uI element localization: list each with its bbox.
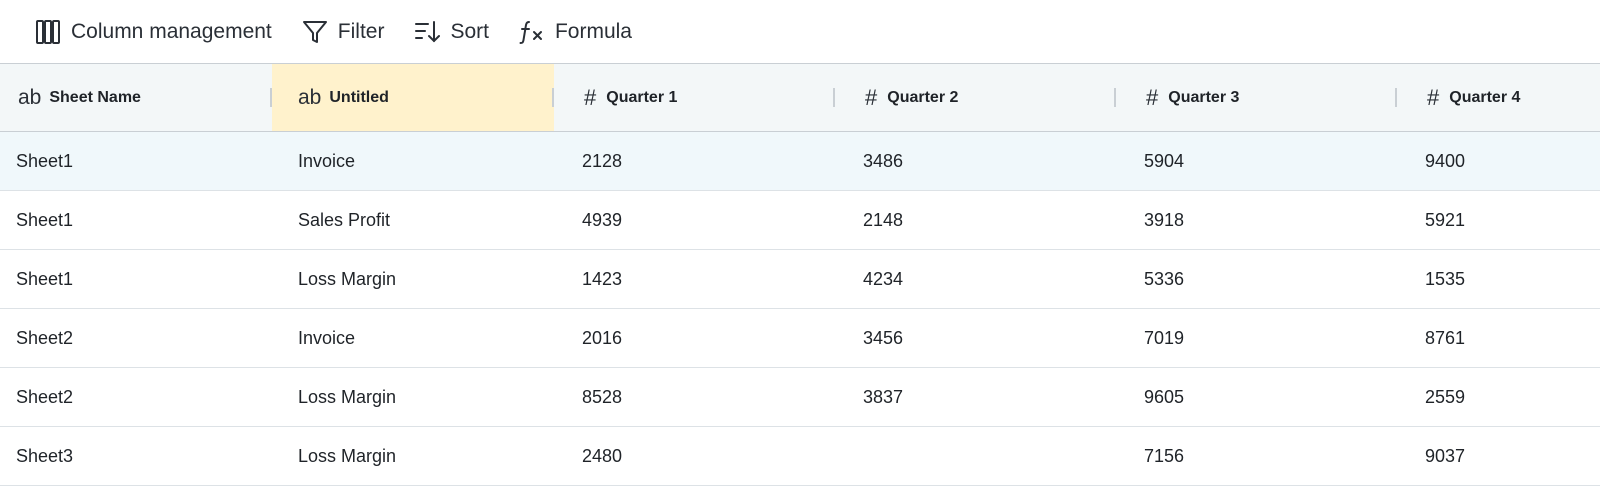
cell-quarter-2[interactable]: 3486 — [835, 132, 1116, 191]
column-header-quarter-4[interactable]: # Quarter 4 — [1397, 64, 1600, 132]
column-management-button[interactable]: Column management — [35, 19, 272, 45]
cell-quarter-1[interactable]: 4939 — [554, 191, 835, 250]
text-type-icon: ab — [18, 86, 42, 109]
cell-quarter-2[interactable]: 3456 — [835, 309, 1116, 368]
cell-sheet-name[interactable]: Sheet3 — [0, 427, 272, 486]
column-header-label: Quarter 1 — [606, 88, 678, 106]
cell-quarter-3[interactable]: 7019 — [1116, 309, 1397, 368]
formula-label: Formula — [554, 19, 632, 43]
column-header-untitled[interactable]: ab Untitled — [272, 64, 554, 132]
cell-quarter-4[interactable]: 5921 — [1397, 191, 1600, 250]
cell-sheet-name[interactable]: Sheet1 — [0, 132, 272, 191]
cell-untitled[interactable]: Loss Margin — [272, 250, 554, 309]
column-header-quarter-3[interactable]: # Quarter 3 — [1116, 64, 1397, 132]
cell-quarter-3[interactable]: 7156 — [1116, 427, 1397, 486]
table-row[interactable]: Sheet2 Invoice 2016 3456 7019 8761 — [0, 309, 1600, 368]
column-header-quarter-2[interactable]: # Quarter 2 — [835, 64, 1116, 132]
cell-sheet-name[interactable]: Sheet1 — [0, 191, 272, 250]
sort-label: Sort — [450, 19, 489, 43]
table-row[interactable]: Sheet3 Loss Margin 2480 7156 9037 — [0, 427, 1600, 486]
cell-untitled[interactable]: Invoice — [272, 132, 554, 191]
sort-icon — [414, 19, 441, 45]
cell-quarter-4[interactable]: 2559 — [1397, 368, 1600, 427]
text-type-icon: ab — [298, 86, 322, 109]
column-header-label: Quarter 2 — [887, 88, 959, 106]
cell-quarter-3[interactable]: 5904 — [1116, 132, 1397, 191]
cell-sheet-name[interactable]: Sheet2 — [0, 309, 272, 368]
column-header-quarter-1[interactable]: # Quarter 1 — [554, 64, 835, 132]
cell-quarter-2[interactable]: 2148 — [835, 191, 1116, 250]
cell-quarter-1[interactable]: 2128 — [554, 132, 835, 191]
data-table: ab Sheet Name ab Untitled # Quarter 1 # … — [0, 64, 1600, 486]
cell-quarter-1[interactable]: 1423 — [554, 250, 835, 309]
cell-quarter-1[interactable]: 2016 — [554, 309, 835, 368]
cell-quarter-4[interactable]: 9037 — [1397, 427, 1600, 486]
cell-quarter-4[interactable]: 1535 — [1397, 250, 1600, 309]
filter-button[interactable]: Filter — [302, 19, 385, 45]
column-header-label: Sheet Name — [49, 88, 141, 106]
number-type-icon: # — [1427, 84, 1440, 110]
cell-untitled[interactable]: Invoice — [272, 309, 554, 368]
cell-untitled[interactable]: Loss Margin — [272, 368, 554, 427]
cell-quarter-2[interactable] — [835, 427, 1116, 486]
cell-quarter-2[interactable]: 3837 — [835, 368, 1116, 427]
column-header-label: Untitled — [329, 88, 389, 106]
cell-quarter-3[interactable]: 9605 — [1116, 368, 1397, 427]
cell-quarter-4[interactable]: 9400 — [1397, 132, 1600, 191]
cell-quarter-1[interactable]: 8528 — [554, 368, 835, 427]
cell-quarter-4[interactable]: 8761 — [1397, 309, 1600, 368]
column-header-label: Quarter 4 — [1449, 88, 1521, 106]
filter-icon — [302, 19, 328, 45]
cell-untitled[interactable]: Loss Margin — [272, 427, 554, 486]
columns-icon — [35, 19, 61, 45]
column-management-label: Column management — [71, 19, 272, 43]
table-row[interactable]: Sheet1 Sales Profit 4939 2148 3918 5921 — [0, 191, 1600, 250]
cell-quarter-3[interactable]: 3918 — [1116, 191, 1397, 250]
table-row[interactable]: Sheet2 Loss Margin 8528 3837 9605 2559 — [0, 368, 1600, 427]
cell-sheet-name[interactable]: Sheet1 — [0, 250, 272, 309]
cell-quarter-2[interactable]: 4234 — [835, 250, 1116, 309]
cell-untitled[interactable]: Sales Profit — [272, 191, 554, 250]
number-type-icon: # — [1146, 84, 1159, 110]
table-row[interactable]: Sheet1 Loss Margin 1423 4234 5336 1535 — [0, 250, 1600, 309]
cell-quarter-1[interactable]: 2480 — [554, 427, 835, 486]
cell-quarter-3[interactable]: 5336 — [1116, 250, 1397, 309]
toolbar: Column management Filter Sort Formula — [0, 0, 1600, 64]
column-header-sheet-name[interactable]: ab Sheet Name — [0, 64, 272, 132]
formula-button[interactable]: Formula — [519, 19, 632, 45]
number-type-icon: # — [584, 84, 597, 110]
formula-icon — [519, 19, 545, 45]
cell-sheet-name[interactable]: Sheet2 — [0, 368, 272, 427]
sort-button[interactable]: Sort — [414, 19, 489, 45]
header-row: ab Sheet Name ab Untitled # Quarter 1 # … — [0, 64, 1600, 132]
number-type-icon: # — [865, 84, 878, 110]
column-header-label: Quarter 3 — [1168, 88, 1240, 106]
table-row[interactable]: Sheet1 Invoice 2128 3486 5904 9400 — [0, 131, 1600, 191]
filter-label: Filter — [337, 19, 385, 43]
